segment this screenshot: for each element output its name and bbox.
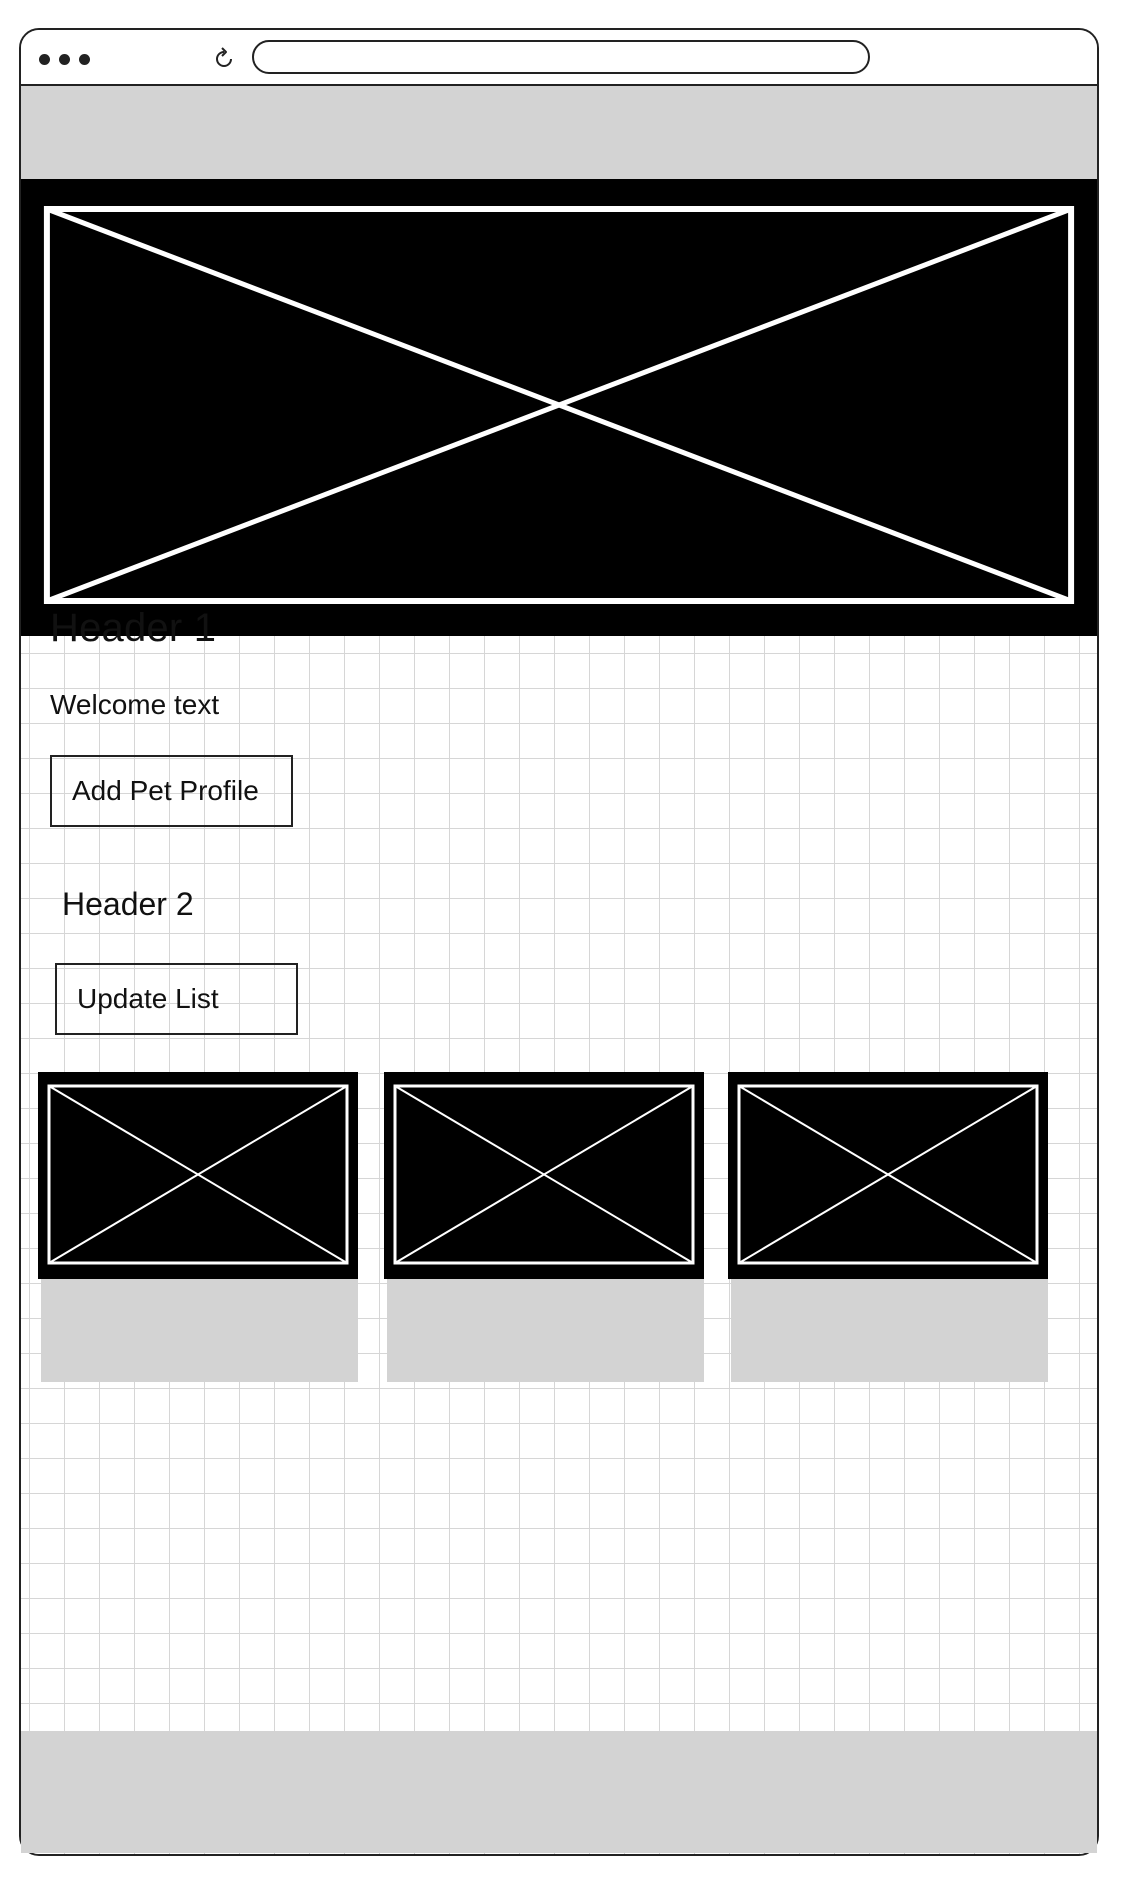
pet-card-image: [38, 1072, 358, 1279]
page-title: Header 1: [50, 606, 217, 650]
pet-card[interactable]: [384, 1072, 704, 1382]
page-footer: [21, 1731, 1097, 1853]
image-placeholder-icon: [43, 206, 1075, 604]
pet-card[interactable]: [38, 1072, 358, 1382]
image-placeholder-icon: [737, 1084, 1039, 1265]
image-placeholder-icon: [393, 1084, 695, 1265]
browser-window: [19, 28, 1099, 1856]
top-navigation-bar: [21, 86, 1097, 179]
more-dots-icon[interactable]: [39, 54, 90, 65]
pet-card-image: [728, 1072, 1048, 1279]
hero-banner: [21, 179, 1097, 636]
update-list-button[interactable]: Update List: [55, 963, 298, 1035]
reload-icon[interactable]: [211, 46, 237, 72]
dot: [59, 54, 70, 65]
welcome-text: Welcome text: [50, 689, 220, 720]
browser-toolbar: [21, 30, 1097, 86]
pet-card-caption: [387, 1279, 704, 1382]
pet-card[interactable]: [728, 1072, 1048, 1382]
pet-card-image: [384, 1072, 704, 1279]
add-pet-profile-button[interactable]: Add Pet Profile: [50, 755, 293, 827]
section-title: Header 2: [62, 886, 194, 922]
image-placeholder-icon: [47, 1084, 349, 1265]
dot: [39, 54, 50, 65]
pet-card-caption: [41, 1279, 358, 1382]
dot: [79, 54, 90, 65]
pet-card-caption: [731, 1279, 1048, 1382]
address-bar[interactable]: [252, 40, 870, 74]
